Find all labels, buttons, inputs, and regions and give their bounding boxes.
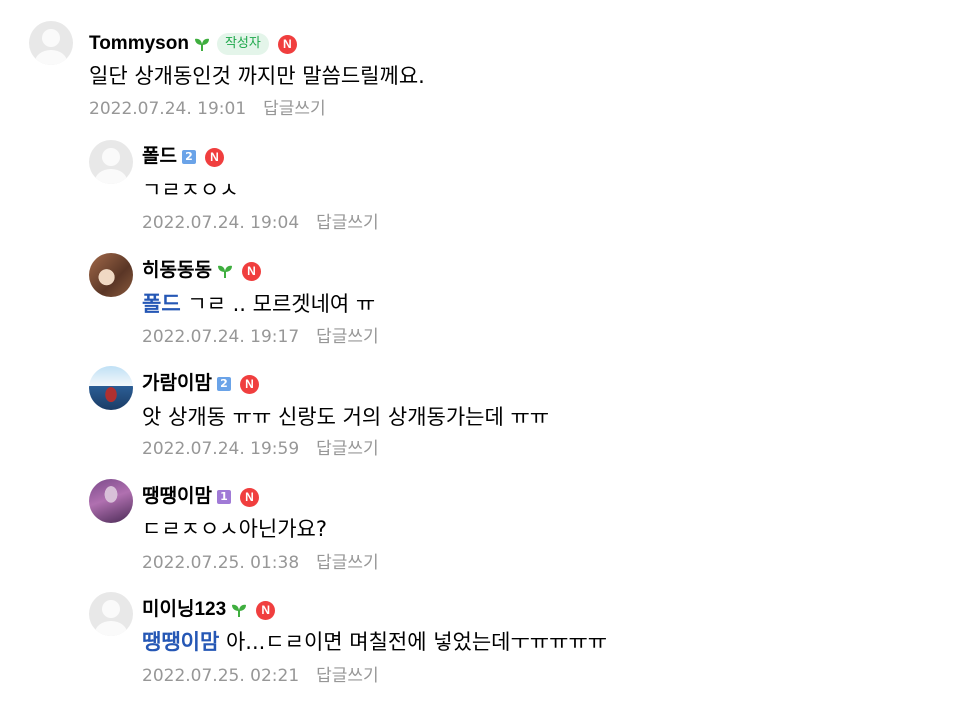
comment-meta: 2022.07.24. 19:01 답글쓰기 [89,98,326,120]
author-nickname[interactable]: Tommyson [89,32,189,56]
new-icon: N [239,374,259,394]
level-2-icon: 2 [181,150,196,164]
comment-text: 앗 상개동 ㅠㅠ 신랑도 거의 상개동가는데 ㅠㅠ [142,405,550,429]
author-nickname[interactable]: 히동동동 [142,259,212,283]
comment-meta: 2022.07.25. 01:38 답글쓰기 [142,552,379,574]
author-nickname[interactable]: 폴드 [142,145,177,169]
comment-header: 땡땡이맘 1 N [142,485,259,509]
sprout-icon [232,604,247,617]
new-icon: N [204,147,224,167]
reply-item: 폴드 2 N ㄱㄹㅈㅇㅅ 2022.07.24. 19:04 답글쓰기 [0,130,964,243]
author-nickname[interactable]: 땡땡이맘 [142,485,212,509]
comment-text: ㄱㄹㅈㅇㅅ [142,178,239,202]
comment-item: Tommyson 작성자 N 일단 상개동인것 까지만 말씀드릴께요. 2022… [0,0,964,130]
comment-meta: 2022.07.24. 19:17 답글쓰기 [142,326,379,348]
comment-header: 미이닝123 N [142,598,276,622]
mention-link[interactable]: 폴드 [142,292,181,316]
author-nickname[interactable]: 미이닝123 [142,598,226,622]
avatar[interactable] [89,140,133,184]
comment-text: ㄷㄹㅈㅇㅅ아닌가요? [142,517,328,541]
new-icon: N [256,600,276,620]
comment-meta: 2022.07.24. 19:04 답글쓰기 [142,212,379,234]
reply-button[interactable]: 답글쓰기 [316,553,379,573]
reply-button[interactable]: 답글쓰기 [316,439,379,459]
comment-text: 폴드 ㄱㄹ .. 모르겟네여 ㅠ [142,292,376,316]
avatar[interactable] [89,366,133,410]
comment-meta: 2022.07.25. 02:21 답글쓰기 [142,665,379,687]
comment-header: 폴드 2 N [142,145,224,169]
reply-button[interactable]: 답글쓰기 [316,666,379,686]
sprout-icon [217,265,232,278]
reply-item: 히동동동 N 폴드 ㄱㄹ .. 모르겟네여 ㅠ 2022.07.24. 19:1… [0,243,964,356]
comment-date: 2022.07.24. 19:17 [142,327,300,347]
sprout-icon [194,38,209,51]
mention-link[interactable]: 땡땡이맘 [142,630,219,654]
comment-text: 땡땡이맘 아...ㄷㄹ이면 며칠전에 넣었는데ㅜㅠㅠㅠㅠ [142,630,608,654]
comment-header: 히동동동 N [142,259,261,283]
reply-button[interactable]: 답글쓰기 [316,213,379,233]
reply-button[interactable]: 답글쓰기 [263,99,326,119]
new-icon: N [277,34,297,54]
reply-item: 가람이맘 2 N 앗 상개동 ㅠㅠ 신랑도 거의 상개동가는데 ㅠㅠ 2022.… [0,356,964,469]
comment-header: Tommyson 작성자 N [89,32,297,56]
comment-text: 일단 상개동인것 까지만 말씀드릴께요. [89,64,425,88]
new-icon: N [239,487,259,507]
comment-date: 2022.07.25. 02:21 [142,666,300,686]
reply-item: 땡땡이맘 1 N ㄷㄹㅈㅇㅅ아닌가요? 2022.07.25. 01:38 답글쓰… [0,469,964,582]
avatar[interactable] [89,592,133,636]
author-badge: 작성자 [216,33,269,55]
level-2-icon: 2 [216,377,231,391]
reply-item: 미이닝123 N 땡땡이맘 아...ㄷㄹ이면 며칠전에 넣었는데ㅜㅠㅠㅠㅠ 20… [0,582,964,702]
comment-date: 2022.07.25. 01:38 [142,553,300,573]
author-nickname[interactable]: 가람이맘 [142,372,212,396]
avatar[interactable] [89,479,133,523]
comment-meta: 2022.07.24. 19:59 답글쓰기 [142,438,379,460]
comment-date: 2022.07.24. 19:59 [142,439,300,459]
level-1-icon: 1 [216,490,231,504]
comment-header: 가람이맘 2 N [142,372,259,396]
comment-date: 2022.07.24. 19:01 [89,99,247,119]
reply-button[interactable]: 답글쓰기 [316,327,379,347]
comment-date: 2022.07.24. 19:04 [142,213,300,233]
new-icon: N [241,261,261,281]
avatar[interactable] [29,21,73,65]
avatar[interactable] [89,253,133,297]
